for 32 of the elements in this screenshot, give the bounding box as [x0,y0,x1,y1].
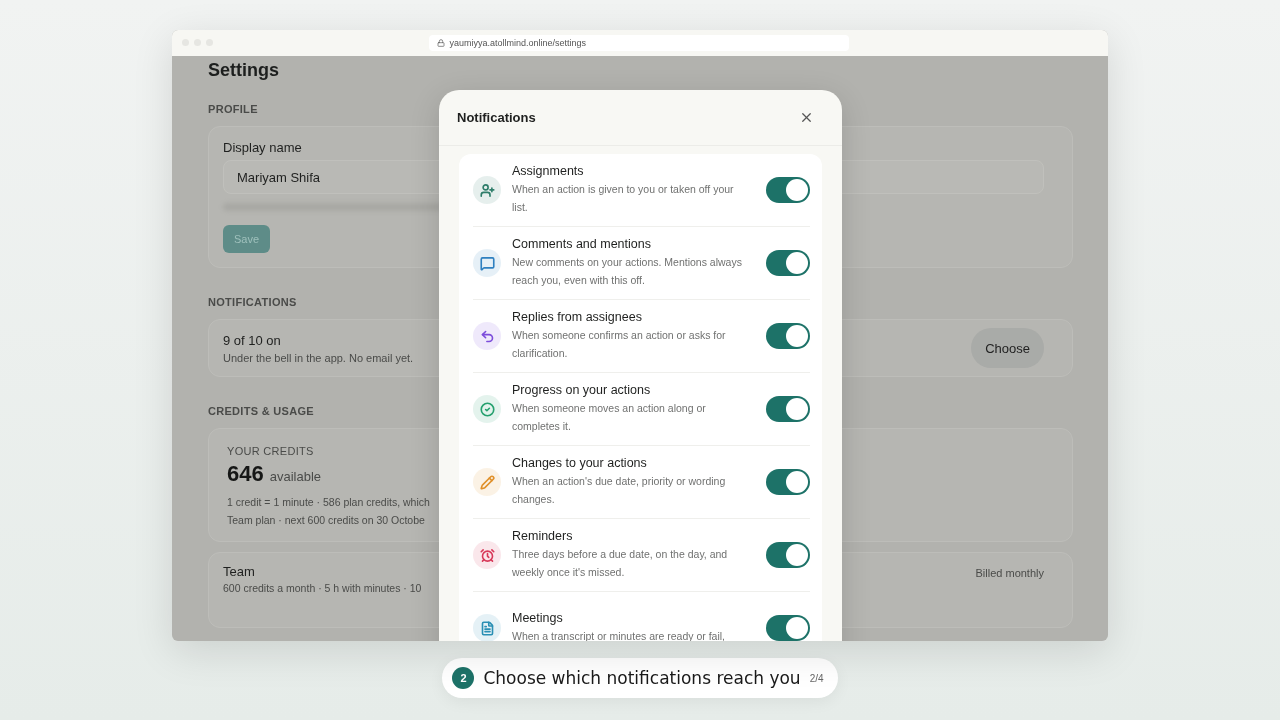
credits-note: Team plan · next 600 credits on 30 Octobe [227,513,425,528]
caption-text: Choose which notifications reach you [483,668,801,688]
notification-description: New comments on your actions. Mentions always reach you, even with this off. [512,255,743,288]
billing-label: Billed monthly [975,567,1044,579]
notification-title: Changes to your actions [512,456,648,470]
notifications-description: Under the bell in the app. No email yet. [223,351,414,364]
plan-name: Team [223,563,255,579]
notification-title: Reminders [512,529,574,543]
credits-amount: 646 [227,461,264,487]
notifications-summary: 9 of 10 on [223,332,282,348]
field-label: Display name [223,140,303,155]
credits-label: YOUR CREDITS [227,445,315,457]
dialog-title: Notifications [457,110,536,125]
step-counter: 2/4 [809,672,824,684]
notification-description: When someone confirms an action or asks for clarification. [512,328,727,361]
notification-description: When an action's due date, priority or wording changes. [512,474,727,507]
notification-title: Meetings [512,611,564,625]
page-title: Settings [208,60,280,81]
section-heading: PROFILE [208,103,258,115]
section-heading: CREDITS & USAGE [208,405,314,417]
notification-title: Replies from assignees [512,310,643,324]
plan-details: 600 credits a month · 5 h with minutes · 10 [223,581,422,596]
credits-unit: available [269,469,322,484]
notification-description: Three days before a due date, on the day, and weekly once it's missed. [512,547,729,580]
notification-description: When an action is given to you or taken off your list. [512,182,735,215]
notification-title: Assignments [512,164,585,178]
notification-title: Progress on your actions [512,383,652,397]
section-heading: NOTIFICATIONS [208,296,297,308]
credits-note: 1 credit = 1 minute · 586 plan credits, which [227,495,430,510]
step-number: 2 [452,667,475,689]
notification-title: Comments and mentions [512,237,652,251]
notification-description: When someone moves an action along or completes it. [512,401,707,434]
